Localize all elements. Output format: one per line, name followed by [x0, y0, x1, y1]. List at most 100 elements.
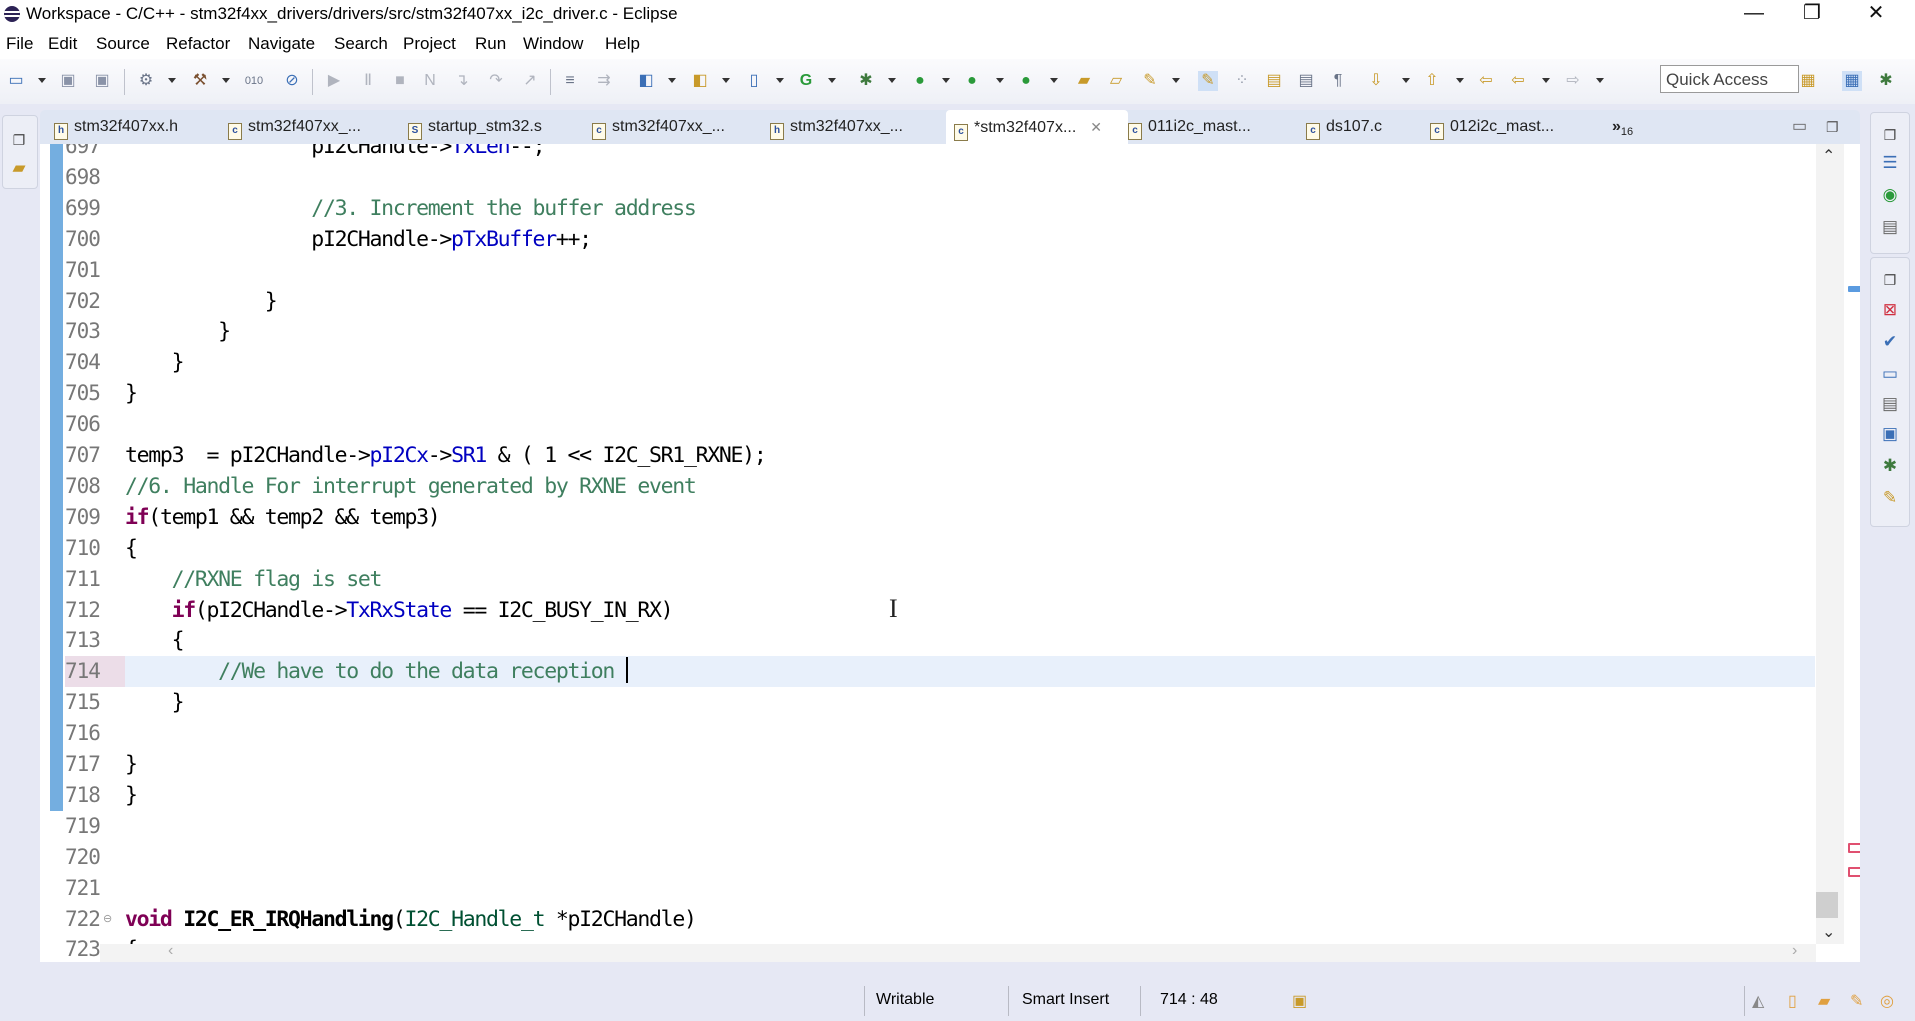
- scroll-left-icon[interactable]: ‹: [168, 942, 173, 960]
- code-line[interactable]: 714 //We have to do the data reception: [40, 656, 1820, 688]
- prev-annotation-icon[interactable]: ▤: [1296, 71, 1316, 91]
- tab-011i2c-master[interactable]: c 011i2c_mast...: [1128, 110, 1251, 144]
- insert-mode-status[interactable]: Smart Insert: [1022, 991, 1109, 1009]
- binary-icon[interactable]: 010: [244, 71, 264, 91]
- code-line[interactable]: 698: [40, 162, 1820, 193]
- properties-icon[interactable]: ▤: [1880, 394, 1900, 414]
- menu-source[interactable]: Source: [96, 34, 150, 54]
- forward-icon[interactable]: ⇨: [1563, 71, 1583, 91]
- open-element-icon[interactable]: ▱: [1106, 71, 1126, 91]
- minimize-editor-icon[interactable]: ▭: [1792, 110, 1807, 144]
- menu-file[interactable]: File: [6, 34, 33, 54]
- problems-icon[interactable]: ⊠: [1880, 300, 1900, 320]
- new-class-icon[interactable]: ◧: [636, 71, 656, 91]
- build-icon[interactable]: ⚒: [190, 71, 210, 91]
- fold-icon[interactable]: ⊖: [103, 904, 112, 935]
- pencil-icon[interactable]: ✎: [1850, 991, 1863, 1011]
- menu-window[interactable]: Window: [523, 34, 583, 54]
- tab-stm32f407xx-i2c-driver-active[interactable]: c *stm32f407x... ✕: [946, 110, 1128, 144]
- code-line[interactable]: 721: [40, 873, 1820, 904]
- new-source-file-icon[interactable]: ▯: [744, 71, 764, 91]
- error-marker[interactable]: [1848, 843, 1860, 853]
- restore-icon[interactable]: ❐: [1880, 125, 1900, 145]
- debug-view-icon[interactable]: ✱: [1880, 456, 1900, 476]
- suspend-icon[interactable]: Ⅱ: [358, 71, 378, 91]
- c-perspective-icon[interactable]: ▦: [1842, 71, 1862, 91]
- cap-icon[interactable]: ▰: [1818, 991, 1830, 1011]
- code-line[interactable]: 711 //RXNE flag is set: [40, 564, 1820, 595]
- menu-run[interactable]: Run: [475, 34, 506, 54]
- new-source-folder-icon[interactable]: ◧: [690, 71, 710, 91]
- code-line[interactable]: 702 }: [40, 286, 1820, 317]
- instruction-step-icon[interactable]: ⇉: [594, 71, 614, 91]
- menu-navigate[interactable]: Navigate: [248, 34, 315, 54]
- code-line[interactable]: 710{: [40, 533, 1820, 564]
- tab-stm32f407xx-h-2[interactable]: h stm32f407xx_...: [770, 110, 903, 144]
- make-target-icon[interactable]: ◉: [1880, 185, 1900, 205]
- mark-occurrences-icon[interactable]: ✎: [1198, 71, 1218, 91]
- scroll-up-icon[interactable]: ⌃: [1822, 146, 1835, 166]
- code-line[interactable]: 697 pI2CHandle->TxLen--;: [40, 144, 1820, 162]
- tab-startup-stm32-s[interactable]: Sstartup_stm32.s: [408, 110, 542, 144]
- next-edit-icon[interactable]: ⇩: [1366, 71, 1386, 91]
- tab-ds107-c[interactable]: c ds107.c: [1306, 110, 1382, 144]
- tab-stm32f407xx-c-1[interactable]: c stm32f407xx_...: [228, 110, 361, 144]
- prev-edit-icon[interactable]: ⇧: [1422, 71, 1442, 91]
- coverage-icon[interactable]: ●: [962, 71, 982, 91]
- code-line[interactable]: 704 }: [40, 347, 1820, 378]
- code-line[interactable]: 700 pI2CHandle->pTxBuffer++;: [40, 224, 1820, 255]
- tab-stm32f407xx-h[interactable]: h stm32f407xx.h: [54, 110, 178, 144]
- next-annotation-icon[interactable]: ▤: [1264, 71, 1284, 91]
- help-icon[interactable]: ◎: [1880, 991, 1894, 1011]
- horizontal-scrollbar[interactable]: ‹ ›: [100, 942, 1816, 962]
- tasks-icon[interactable]: ✔: [1880, 332, 1900, 352]
- overview-ruler[interactable]: ⌃ ⌄: [1816, 144, 1860, 944]
- restore-icon[interactable]: ❐: [1880, 270, 1900, 290]
- code-line[interactable]: 708//6. Handle For interrupt generated b…: [40, 471, 1820, 502]
- code-line[interactable]: 718}: [40, 780, 1820, 811]
- code-line[interactable]: 719: [40, 811, 1820, 842]
- close-button[interactable]: ✕: [1848, 0, 1904, 29]
- save-all-icon[interactable]: ▣: [92, 71, 112, 91]
- terminate-icon[interactable]: ■: [390, 71, 410, 91]
- external-tools-icon[interactable]: ●: [1016, 71, 1036, 91]
- menu-refactor[interactable]: Refactor: [166, 34, 230, 54]
- step-over-icon[interactable]: ↷: [486, 71, 506, 91]
- tab-012i2c-master[interactable]: c 012i2c_mast...: [1430, 110, 1554, 144]
- build-targets-icon[interactable]: ✎: [1880, 488, 1900, 508]
- menu-help[interactable]: Help: [605, 34, 640, 54]
- code-line[interactable]: 717}: [40, 749, 1820, 780]
- menu-edit[interactable]: Edit: [48, 34, 77, 54]
- code-editor[interactable]: 697 pI2CHandle->TxLen--; 698 699 //3. Incr…: [40, 144, 1860, 962]
- vertical-scroll-thumb[interactable]: [1816, 892, 1838, 918]
- code-line[interactable]: 716: [40, 718, 1820, 749]
- last-edit-location-icon[interactable]: ⇦: [1476, 71, 1496, 91]
- tab-stm32f407xx-c-2[interactable]: c stm32f407xx_...: [592, 110, 725, 144]
- toggle-comment-icon[interactable]: ⁘: [1232, 71, 1252, 91]
- code-line[interactable]: 715 }: [40, 687, 1820, 718]
- error-marker[interactable]: [1848, 867, 1860, 877]
- minimize-button[interactable]: —: [1726, 0, 1782, 29]
- save-icon[interactable]: ▣: [58, 71, 78, 91]
- search-icon[interactable]: ✎: [1140, 71, 1160, 91]
- scroll-down-icon[interactable]: ⌄: [1822, 922, 1835, 942]
- project-explorer-icon[interactable]: ▰: [9, 158, 29, 178]
- build-config-icon[interactable]: ⚙: [136, 71, 156, 91]
- occurrence-marker[interactable]: [1848, 286, 1860, 292]
- step-into-icon[interactable]: ↴: [452, 71, 472, 91]
- close-tab-icon[interactable]: ✕: [1090, 119, 1102, 135]
- show-whitespace-icon[interactable]: ¶: [1328, 71, 1348, 91]
- resume-icon[interactable]: ▶: [324, 71, 344, 91]
- restore-icon[interactable]: ❐: [9, 130, 29, 150]
- quick-access-input[interactable]: Quick Access: [1660, 65, 1799, 93]
- build-status-icon[interactable]: ▣: [1292, 991, 1307, 1011]
- book-icon[interactable]: ▯: [1788, 991, 1797, 1011]
- code-line[interactable]: 712 if(pI2CHandle->TxRxState == I2C_BUSY…: [40, 595, 1820, 626]
- maximize-editor-icon[interactable]: ❐: [1826, 110, 1839, 144]
- code-line[interactable]: 707 temp3 = pI2CHandle->pI2Cx->SR1 & ( 1 …: [40, 440, 1820, 471]
- code-line[interactable]: 713 {: [40, 625, 1820, 656]
- restore-button[interactable]: ❐: [1784, 0, 1840, 29]
- code-line[interactable]: 701: [40, 255, 1820, 286]
- use-step-filters-icon[interactable]: ≡: [560, 71, 580, 91]
- menu-search[interactable]: Search: [334, 34, 388, 54]
